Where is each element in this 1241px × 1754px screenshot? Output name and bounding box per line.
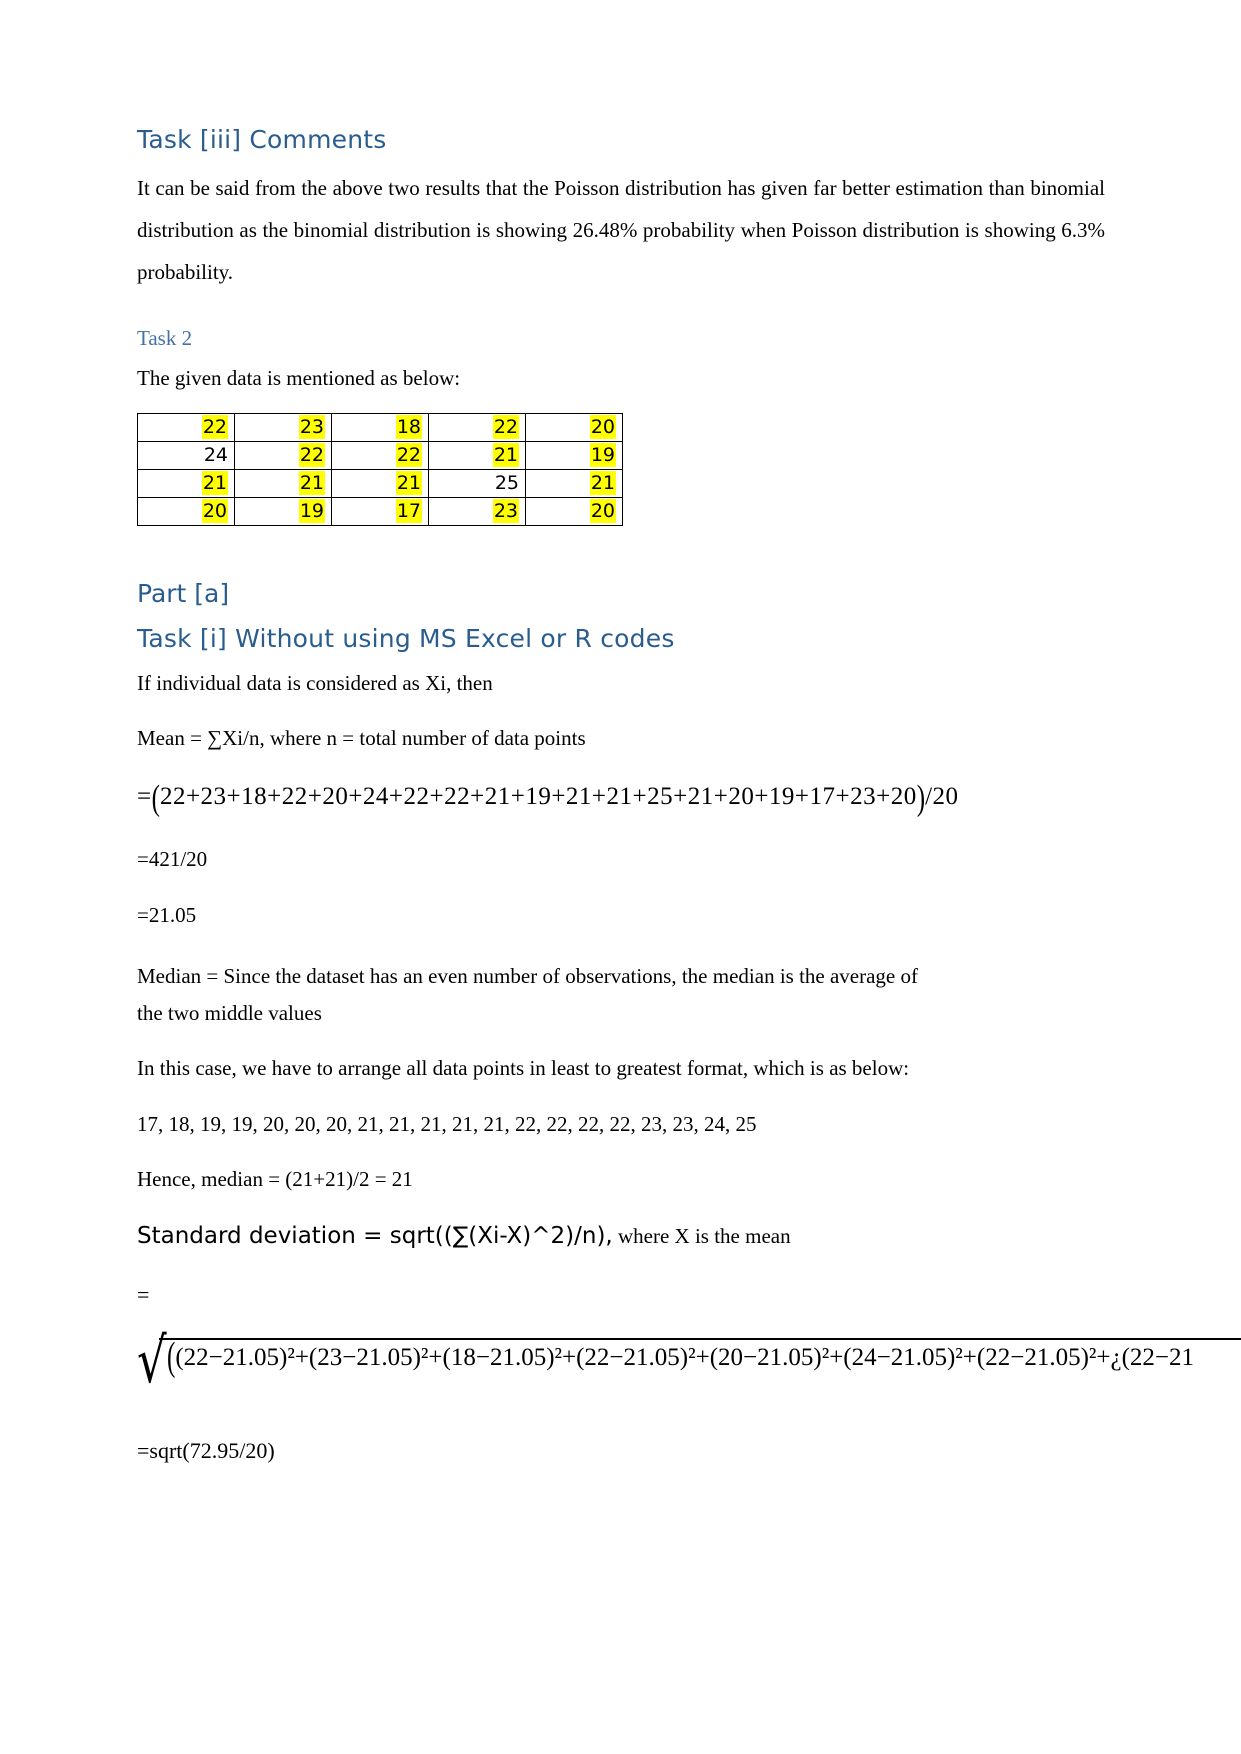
table-cell-value: 20 [589, 499, 616, 524]
paragraph-task-2-intro: The given data is mentioned as below: [137, 365, 461, 390]
paragraph-standard-deviation-heading: Standard deviation = sqrt((∑(Xi-X)^2)/n)… [137, 1219, 1105, 1254]
paragraph-sd-equals: = [137, 1281, 150, 1307]
heading-task-i: Task [i] Without using MS Excel or R cod… [137, 624, 675, 654]
table-cell: 21 [234, 469, 332, 499]
page-content: Task [iii] Comments It can be said from … [137, 124, 1241, 1467]
table-cell: 20 [137, 497, 235, 527]
paragraph-xi-definition: If individual data is considered as Xi, … [137, 670, 493, 695]
data-table-body: 22 23 18 22 20 24 22 22 21 19 21 21 21 2… [137, 413, 623, 527]
formula-mean-expansion: =(22+23+18+22+20+24+22+22+21+19+21+21+25… [137, 778, 1105, 818]
table-row: 24 22 22 21 19 [137, 441, 623, 471]
formula-mean-divisor: /20 [925, 782, 959, 810]
table-cell: 23 [234, 413, 332, 443]
paragraph-median-definition-line2: the two middle values [137, 1000, 322, 1025]
table-cell-value: 22 [298, 443, 325, 468]
heading-task-iii-comments: Task [iii] Comments [137, 125, 387, 154]
formula-mean-equals: = [137, 782, 152, 810]
table-cell-value: 21 [201, 471, 228, 496]
table-cell-value: 18 [395, 415, 422, 440]
sd-formula-tail: where X is the mean [612, 1224, 791, 1249]
table-cell: 21 [428, 441, 526, 471]
paragraph-sorting-intro: In this case, we have to arrange all dat… [137, 1056, 910, 1081]
table-cell-value: 23 [298, 415, 325, 440]
table-cell: 22 [137, 413, 235, 443]
table-cell: 17 [331, 497, 429, 527]
table-cell-value: 19 [298, 499, 325, 524]
radical-terms: (22−21.05)²+(23−21.05)²+(18−21.05)²+(22−… [175, 1343, 1195, 1371]
formula-standard-deviation-radical: √ ((22−21.05)²+(23−21.05)²+(18−21.05)²+(… [137, 1322, 1241, 1400]
table-cell: 21 [137, 469, 235, 499]
paragraph-sorted-data: 17, 18, 19, 19, 20, 20, 20, 21, 21, 21, … [137, 1111, 757, 1136]
table-cell: 19 [234, 497, 332, 527]
table-cell-value: 20 [589, 415, 616, 440]
table-cell-value: 23 [492, 499, 519, 524]
table-row: 20 19 17 23 20 [137, 497, 623, 527]
table-cell-value: 21 [298, 471, 325, 496]
data-table: 22 23 18 22 20 24 22 22 21 19 21 21 21 2… [137, 413, 623, 527]
document-page: Task [iii] Comments It can be said from … [0, 0, 1241, 1754]
table-cell-value: 24 [203, 444, 228, 467]
table-cell-value: 22 [492, 415, 519, 440]
table-cell: 22 [234, 441, 332, 471]
table-cell-value: 25 [494, 472, 519, 495]
table-cell: 21 [525, 469, 623, 499]
table-cell: 23 [428, 497, 526, 527]
table-row: 21 21 21 25 21 [137, 469, 623, 499]
paragraph-median-result: Hence, median = (21+21)/2 = 21 [137, 1167, 413, 1192]
paragraph-mean-sum-over-n: =421/20 [137, 847, 208, 872]
table-cell: 22 [331, 441, 429, 471]
sd-formula-text: Standard deviation = sqrt((∑(Xi-X)^2)/n)… [137, 1223, 613, 1250]
table-cell-value: 21 [589, 471, 616, 496]
table-cell: 20 [525, 497, 623, 527]
table-cell-value: 22 [201, 415, 228, 440]
table-cell-value: 21 [395, 471, 422, 496]
table-cell-value: 22 [395, 443, 422, 468]
table-cell: 24 [137, 441, 235, 471]
table-cell-value: 19 [589, 443, 616, 468]
paragraph-median-definition-line1: Median = Since the dataset has an even n… [137, 963, 918, 988]
table-cell-value: 20 [201, 499, 228, 524]
heading-part-a: Part [a] [137, 579, 230, 609]
paragraph-mean-result: =21.05 [137, 903, 197, 928]
paragraph-mean-definition: Mean = ∑Xi/n, where n = total number of … [137, 726, 586, 751]
radical-open-paren: ( [167, 1335, 176, 1379]
table-cell: 18 [331, 413, 429, 443]
paragraph-task-iii-comments: It can be said from the above two result… [137, 176, 1105, 285]
table-row: 22 23 18 22 20 [137, 413, 623, 443]
formula-mean-terms: 22+23+18+22+20+24+22+22+21+19+21+21+25+2… [159, 782, 917, 810]
formula-open-paren: ( [151, 778, 160, 818]
table-cell: 20 [525, 413, 623, 443]
formula-close-paren: ) [916, 778, 926, 818]
radical-overbar [159, 1337, 1241, 1340]
table-cell: 22 [428, 413, 526, 443]
table-cell: 19 [525, 441, 623, 471]
table-cell-value: 17 [395, 499, 422, 524]
table-cell: 21 [331, 469, 429, 499]
radical-contents: ((22−21.05)²+(23−21.05)²+(18−21.05)²+(22… [167, 1336, 1195, 1379]
table-cell-value: 21 [492, 443, 519, 468]
table-cell: 25 [428, 469, 526, 499]
paragraph-sd-result: =sqrt(72.95/20) [137, 1437, 275, 1463]
heading-task-2: Task 2 [137, 326, 193, 351]
